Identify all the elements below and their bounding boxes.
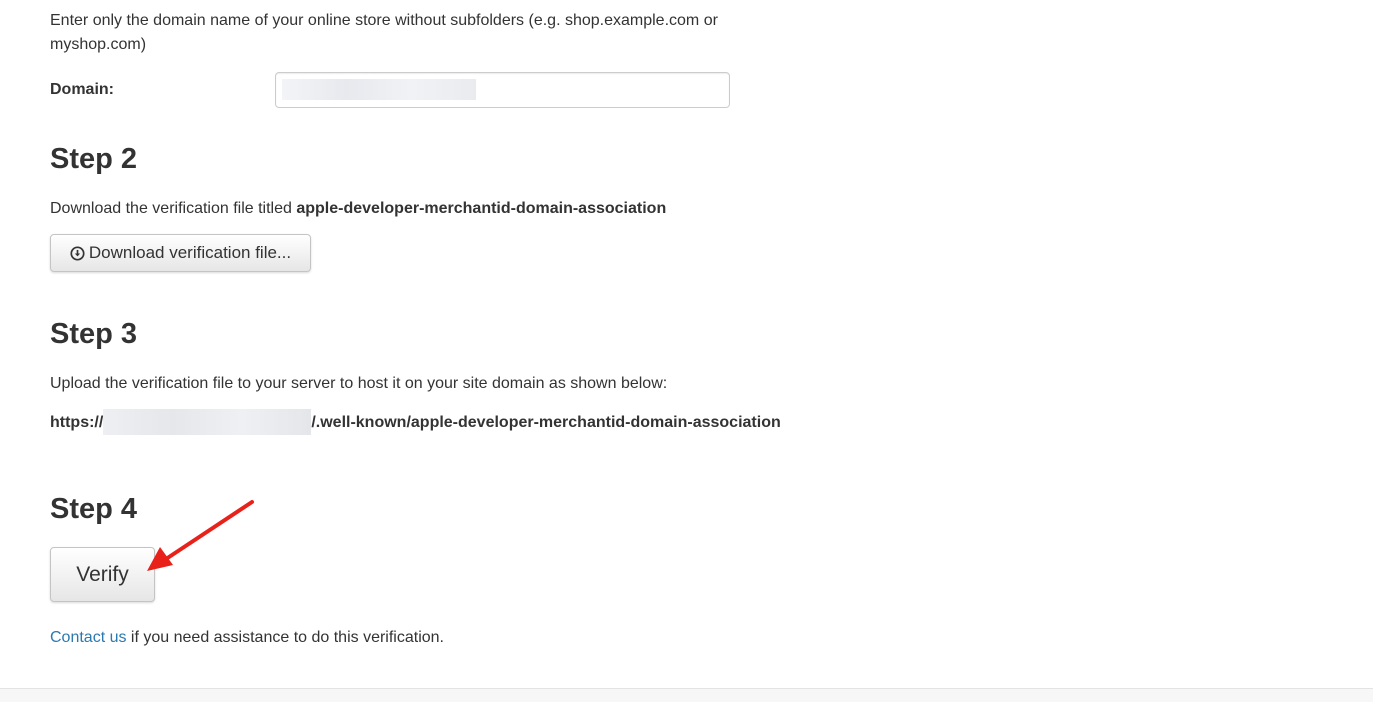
domain-instruction-text: Enter only the domain name of your onlin… [50,12,718,53]
step-2-instruction-text: Download the verification file titled [50,200,297,217]
contact-us-link[interactable]: Contact us [50,629,126,646]
domain-label: Domain: [50,81,114,98]
url-prefix: https:// [50,414,104,431]
contact-help-text: Contact us if you need assistance to do … [50,627,444,649]
download-button-label: Download verification file... [88,243,292,262]
annotation-arrow-icon [147,500,254,571]
verification-file-name: apple-developer-merchantid-domain-associ… [296,200,667,217]
url-suffix: /.well-known/apple-developer-merchantid-… [311,414,781,431]
step-3-heading: Step 3 [50,318,138,350]
step-2-instruction: Download the verification file titled ap… [50,198,666,220]
redacted-domain-value [282,79,476,100]
verification-file-url: https:// /.well-known/apple-developer-mer… [50,409,781,435]
circle-arrow-down-icon [70,246,85,261]
step-4-heading: Step 4 [50,493,138,525]
verify-button-label: Verify [76,562,129,586]
step-2-heading: Step 2 [50,143,138,175]
download-verification-file-button[interactable]: Download verification file... [50,234,311,272]
domain-input[interactable] [275,72,730,108]
contact-help-rest: if you need assistance to do this verifi… [126,629,444,646]
redacted-domain-in-url [103,409,312,435]
footer-band [0,689,1373,702]
step-3-instruction: Upload the verification file to your ser… [50,375,668,392]
apple-pay-domain-verification-page: Enter only the domain name of your onlin… [0,0,1373,702]
